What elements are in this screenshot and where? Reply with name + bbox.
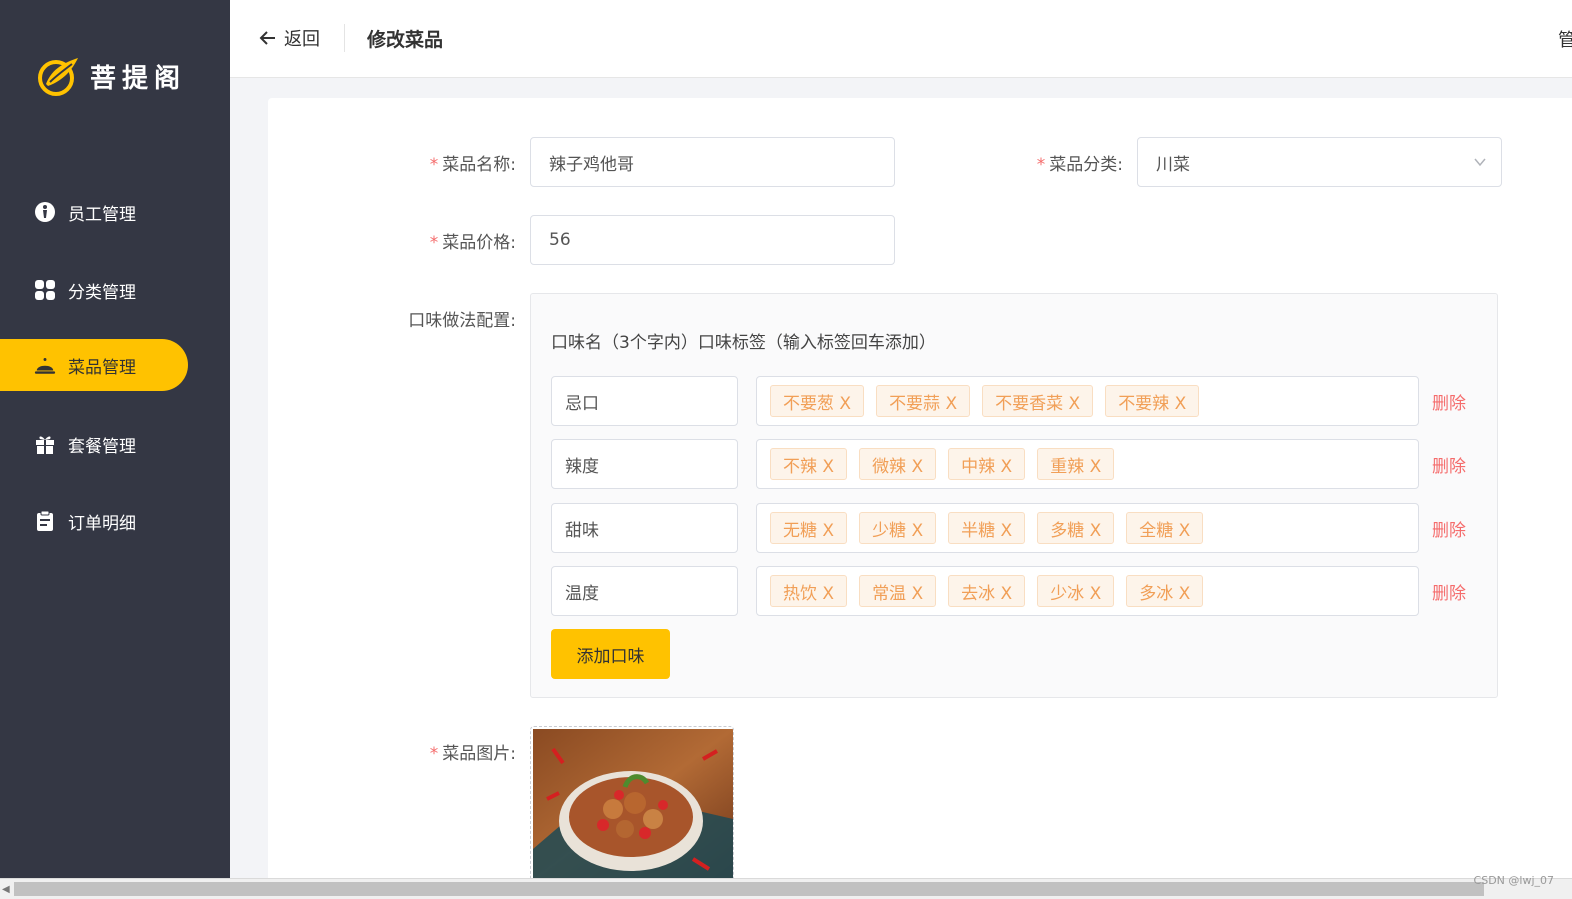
header-divider bbox=[344, 24, 345, 52]
dish-price-label: * 菜品价格: bbox=[429, 233, 516, 253]
flavor-row: 温度 热饮 X 常温 X 去冰 X 少冰 X 多冰 X 删除 bbox=[551, 566, 1471, 616]
flavor-name-input[interactable]: 甜味 bbox=[551, 503, 738, 553]
delete-flavor-button[interactable]: 删除 bbox=[1432, 389, 1466, 414]
dish-name-label: * 菜品名称: bbox=[429, 155, 516, 175]
gift-icon bbox=[34, 433, 56, 455]
flavor-tag[interactable]: 多糖 X bbox=[1037, 512, 1115, 544]
delete-flavor-button[interactable]: 删除 bbox=[1432, 452, 1466, 477]
back-label: 返回 bbox=[284, 29, 320, 50]
flavor-tag[interactable]: 不要香菜 X bbox=[982, 385, 1094, 417]
employee-icon bbox=[34, 201, 56, 223]
dish-category-select[interactable]: 川菜 bbox=[1137, 137, 1502, 187]
flavor-tags-input[interactable]: 不要葱 X 不要蒜 X 不要香菜 X 不要辣 X bbox=[756, 376, 1419, 426]
dish-category-label: * 菜品分类: bbox=[1036, 155, 1123, 175]
image-uploader[interactable] bbox=[530, 726, 734, 878]
sidebar-item-label: 分类管理 bbox=[68, 282, 136, 303]
flavor-row: 辣度 不辣 X 微辣 X 中辣 X 重辣 X 删除 bbox=[551, 439, 1471, 489]
flavor-tag[interactable]: 微辣 X bbox=[859, 448, 937, 480]
sidebar: 菩提阁 员工管理 分类管理 菜品管理 套餐管理 订单明细 bbox=[0, 0, 230, 878]
form-card: * 菜品名称: 辣子鸡他哥 * 菜品分类: 川菜 * 菜品价格: 56 口味做法配置:… bbox=[268, 98, 1572, 878]
sidebar-item-category[interactable]: 分类管理 bbox=[0, 264, 188, 316]
flavor-config-panel: 口味名（3个字内）口味标签（输入标签回车添加） 忌口 不要葱 X 不要蒜 X 不… bbox=[530, 293, 1498, 698]
flavor-tags-input[interactable]: 无糖 X 少糖 X 半糖 X 多糖 X 全糖 X bbox=[756, 503, 1419, 553]
horizontal-scrollbar[interactable]: ◀ bbox=[0, 878, 1572, 899]
arrow-left-icon bbox=[259, 31, 275, 45]
dish-image-label: * 菜品图片: bbox=[429, 744, 516, 764]
watermark: CSDN @lwj_07 bbox=[1473, 874, 1554, 887]
sidebar-item-label: 套餐管理 bbox=[68, 436, 136, 457]
flavor-row: 甜味 无糖 X 少糖 X 半糖 X 多糖 X 全糖 X 删除 bbox=[551, 503, 1471, 553]
dish-cloche-icon bbox=[34, 354, 56, 376]
flavor-tag[interactable]: 重辣 X bbox=[1037, 448, 1115, 480]
sidebar-item-employee[interactable]: 员工管理 bbox=[0, 186, 188, 238]
flavor-tag[interactable]: 常温 X bbox=[859, 575, 937, 607]
flavor-tags-input[interactable]: 不辣 X 微辣 X 中辣 X 重辣 X bbox=[756, 439, 1419, 489]
page-title: 修改菜品 bbox=[367, 29, 444, 51]
sidebar-item-dish[interactable]: 菜品管理 bbox=[0, 339, 188, 391]
flavor-tag[interactable]: 中辣 X bbox=[948, 448, 1026, 480]
sidebar-item-label: 订单明细 bbox=[68, 513, 136, 534]
category-grid-icon bbox=[34, 279, 56, 301]
flavor-header: 口味名（3个字内）口味标签（输入标签回车添加） bbox=[551, 333, 936, 353]
flavor-tag[interactable]: 半糖 X bbox=[948, 512, 1026, 544]
flavor-tag[interactable]: 不要蒜 X bbox=[876, 385, 971, 417]
flavor-tag[interactable]: 多冰 X bbox=[1126, 575, 1204, 607]
flavor-config-label: 口味做法配置: bbox=[408, 311, 516, 331]
app-logo[interactable]: 菩提阁 bbox=[36, 54, 186, 98]
logo-text: 菩提阁 bbox=[90, 63, 187, 94]
delete-flavor-button[interactable]: 删除 bbox=[1432, 516, 1466, 541]
dish-name-input[interactable]: 辣子鸡他哥 bbox=[530, 137, 895, 187]
add-flavor-button[interactable]: 添加口味 bbox=[551, 629, 670, 679]
chevron-down-icon bbox=[1474, 158, 1486, 167]
flavor-tag[interactable]: 不辣 X bbox=[770, 448, 848, 480]
sidebar-item-orders[interactable]: 订单明细 bbox=[0, 495, 188, 547]
flavor-tag[interactable]: 无糖 X bbox=[770, 512, 848, 544]
scroll-left-arrow-icon[interactable]: ◀ bbox=[2, 884, 10, 895]
sidebar-item-label: 员工管理 bbox=[68, 204, 136, 225]
flavor-tag[interactable]: 热饮 X bbox=[770, 575, 848, 607]
logo-leaf-icon bbox=[38, 58, 78, 96]
clipboard-icon bbox=[34, 510, 56, 532]
flavor-tag[interactable]: 少糖 X bbox=[859, 512, 937, 544]
dish-photo bbox=[533, 729, 733, 878]
user-menu[interactable]: 管 bbox=[1558, 26, 1572, 52]
scrollbar-thumb[interactable] bbox=[14, 882, 1484, 896]
flavor-name-input[interactable]: 辣度 bbox=[551, 439, 738, 489]
flavor-name-input[interactable]: 温度 bbox=[551, 566, 738, 616]
dish-price-input[interactable]: 56 bbox=[530, 215, 895, 265]
flavor-tags-input[interactable]: 热饮 X 常温 X 去冰 X 少冰 X 多冰 X bbox=[756, 566, 1419, 616]
back-button[interactable]: 返回 bbox=[258, 25, 320, 51]
flavor-name-input[interactable]: 忌口 bbox=[551, 376, 738, 426]
sidebar-item-combo[interactable]: 套餐管理 bbox=[0, 418, 188, 470]
flavor-row: 忌口 不要葱 X 不要蒜 X 不要香菜 X 不要辣 X 删除 bbox=[551, 376, 1471, 426]
flavor-tag[interactable]: 去冰 X bbox=[948, 575, 1026, 607]
flavor-tag[interactable]: 不要辣 X bbox=[1105, 385, 1200, 417]
sidebar-item-label: 菜品管理 bbox=[68, 357, 136, 378]
flavor-tag[interactable]: 不要葱 X bbox=[770, 385, 865, 417]
delete-flavor-button[interactable]: 删除 bbox=[1432, 579, 1466, 604]
top-bar: 返回 修改菜品 管 bbox=[230, 0, 1572, 78]
flavor-tag[interactable]: 少冰 X bbox=[1037, 575, 1115, 607]
flavor-tag[interactable]: 全糖 X bbox=[1126, 512, 1204, 544]
